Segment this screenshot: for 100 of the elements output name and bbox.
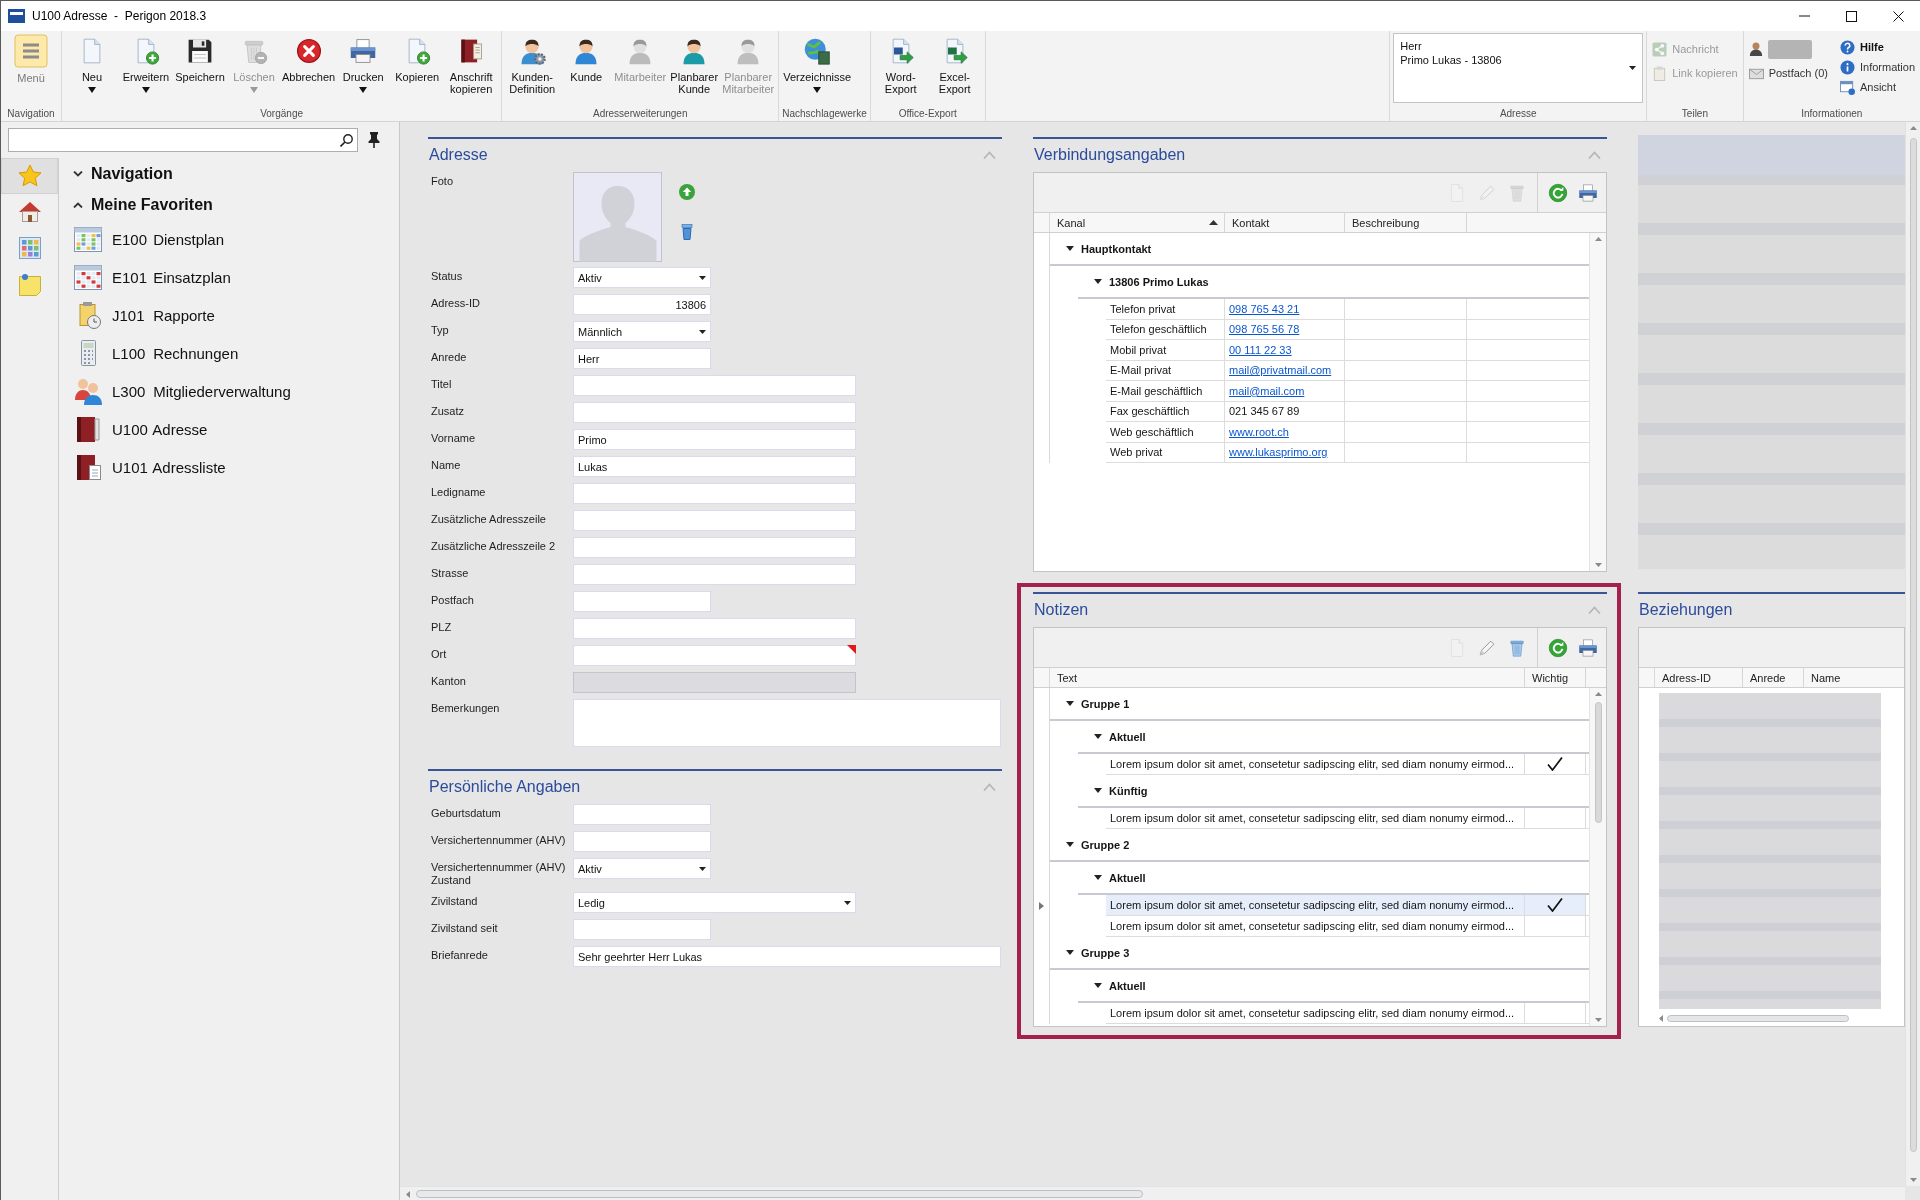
- nav-item[interactable]: J101 Rapporte: [73, 296, 215, 334]
- ribbon-button[interactable]: Kopieren: [390, 31, 445, 83]
- arrow-left-icon[interactable]: [1659, 1015, 1663, 1022]
- scrollbar-thumb[interactable]: [1667, 1015, 1849, 1022]
- chevron-up-icon[interactable]: [1588, 605, 1601, 614]
- ribbon-button[interactable]: Postfach (0): [1746, 61, 1830, 85]
- trash-can-icon[interactable]: [679, 224, 695, 240]
- caret-icon[interactable]: [1094, 788, 1102, 793]
- printer-icon[interactable]: [1578, 637, 1598, 658]
- vertical-scrollbar[interactable]: [1589, 233, 1606, 571]
- dropdown-field[interactable]: Aktiv: [573, 858, 711, 879]
- text-field[interactable]: [573, 919, 711, 940]
- dropdown-field[interactable]: Männlich: [573, 321, 711, 342]
- caret-icon[interactable]: [1066, 701, 1074, 706]
- text-field[interactable]: [573, 831, 711, 852]
- text-field[interactable]: [573, 645, 856, 666]
- arrow-down-icon[interactable]: [1594, 1018, 1602, 1022]
- column-header[interactable]: Beschreibung: [1345, 213, 1467, 232]
- ribbon-button[interactable]: Kunden-Definition: [505, 31, 560, 95]
- caret-icon[interactable]: [1066, 842, 1074, 847]
- pin-icon[interactable]: [368, 132, 380, 148]
- nav-item[interactable]: E100 Dienstplan: [73, 220, 225, 258]
- contact-link[interactable]: www.root.ch: [1229, 425, 1289, 438]
- ribbon-button[interactable]: Erweitern: [119, 31, 173, 93]
- text-field[interactable]: [573, 402, 856, 423]
- ribbon-button[interactable]: Anschrift kopieren: [444, 31, 499, 95]
- scrollbar-thumb[interactable]: [1910, 138, 1917, 1152]
- menu-button[interactable]: Menü: [4, 31, 58, 84]
- contact-link[interactable]: mail@privatmail.com: [1229, 364, 1332, 377]
- nav-group-header[interactable]: Navigation: [73, 158, 173, 189]
- ribbon-button[interactable]: Drucken: [336, 31, 391, 93]
- nav-item[interactable]: U100 Adresse: [73, 410, 208, 448]
- ribbon-button[interactable]: Information: [1837, 57, 1917, 77]
- caret-icon[interactable]: [1094, 279, 1102, 284]
- ribbon-button[interactable]: Hilfe: [1837, 37, 1917, 57]
- column-header[interactable]: Kontakt: [1225, 213, 1345, 232]
- text-field[interactable]: Primo: [573, 429, 856, 450]
- ribbon-button[interactable]: Speichern: [173, 31, 227, 83]
- group-row[interactable]: Gruppe 1: [1050, 688, 1589, 721]
- text-field[interactable]: [573, 564, 856, 585]
- column-header[interactable]: Anrede: [1743, 668, 1804, 687]
- ribbon-button[interactable]: Word-Export: [873, 31, 928, 95]
- column-header[interactable]: Kanal: [1050, 213, 1225, 232]
- contact-link[interactable]: 098 765 43 21: [1229, 302, 1300, 315]
- ribbon-button[interactable]: Excel-Export: [927, 31, 982, 95]
- ribbon-button[interactable]: Planbarer Kunde: [667, 31, 722, 95]
- close-icon[interactable]: [1893, 10, 1904, 22]
- minimize-icon[interactable]: [1799, 15, 1810, 17]
- vertical-scrollbar[interactable]: [1589, 688, 1606, 1026]
- chevron-up-icon[interactable]: [1588, 150, 1601, 159]
- ribbon-button[interactable]: Neu: [65, 31, 119, 93]
- group-row[interactable]: Künftig: [1078, 775, 1589, 808]
- text-field[interactable]: [573, 375, 856, 396]
- group-row[interactable]: Aktuell: [1078, 721, 1589, 754]
- search-field[interactable]: [8, 128, 358, 152]
- text-field[interactable]: [573, 483, 856, 504]
- column-header[interactable]: Name: [1804, 668, 1861, 687]
- nav-item[interactable]: L100 Rechnungen: [73, 334, 239, 372]
- nav-group-header[interactable]: Meine Favoriten: [73, 189, 213, 220]
- search-icon[interactable]: [340, 133, 353, 147]
- arrow-up-circle-icon[interactable]: [679, 184, 695, 200]
- arrow-left-icon[interactable]: [406, 1190, 410, 1198]
- nav-item[interactable]: E101 Einsatzplan: [73, 258, 231, 296]
- refresh-icon[interactable]: [1548, 637, 1568, 658]
- group-row[interactable]: 13806 Primo Lukas: [1078, 266, 1589, 299]
- vertical-scrollbar[interactable]: [1905, 122, 1920, 1186]
- text-field[interactable]: Lukas: [573, 456, 856, 477]
- caret-icon[interactable]: [1066, 950, 1074, 955]
- chevron-up-icon[interactable]: [983, 782, 996, 791]
- nav-item[interactable]: U101 Adressliste: [73, 448, 226, 486]
- text-field[interactable]: [573, 804, 711, 825]
- trash-can-icon[interactable]: [1507, 637, 1527, 658]
- printer-icon[interactable]: [1578, 182, 1598, 203]
- caret-icon[interactable]: [1094, 734, 1102, 739]
- contact-link[interactable]: mail@mail.com: [1229, 384, 1305, 397]
- number-field[interactable]: 13806: [573, 294, 711, 315]
- caret-icon[interactable]: [1094, 875, 1102, 880]
- contact-link[interactable]: 098 765 56 78: [1229, 323, 1300, 336]
- text-field[interactable]: Herr: [573, 348, 711, 369]
- contact-link[interactable]: www.lukasprimo.org: [1229, 446, 1328, 459]
- person-icon[interactable]: [1748, 41, 1763, 57]
- group-row[interactable]: Gruppe 2: [1050, 829, 1589, 862]
- arrow-up-icon[interactable]: [1594, 237, 1602, 241]
- nav-item[interactable]: L300 Mitgliederverwaltung: [73, 372, 291, 410]
- ribbon-button[interactable]: Abbrechen: [281, 31, 337, 83]
- ribbon-button[interactable]: Verzeichnisse: [782, 31, 853, 93]
- column-header[interactable]: Adress-ID: [1655, 668, 1743, 687]
- group-row[interactable]: Hauptkontakt: [1050, 233, 1589, 266]
- arrow-down-icon[interactable]: [1594, 563, 1602, 567]
- maximize-icon[interactable]: [1846, 10, 1857, 22]
- dropdown-field[interactable]: Aktiv: [573, 267, 711, 288]
- text-field[interactable]: [573, 591, 711, 612]
- chevron-up-icon[interactable]: [983, 150, 996, 159]
- dropdown-field[interactable]: Ledig: [573, 892, 856, 913]
- text-field[interactable]: [573, 510, 856, 531]
- group-row[interactable]: Gruppe 3: [1050, 937, 1589, 970]
- column-header[interactable]: Wichtig: [1525, 668, 1586, 687]
- arrow-up-icon[interactable]: [1594, 692, 1602, 696]
- arrow-up-icon[interactable]: [1910, 126, 1917, 130]
- text-field[interactable]: [573, 618, 856, 639]
